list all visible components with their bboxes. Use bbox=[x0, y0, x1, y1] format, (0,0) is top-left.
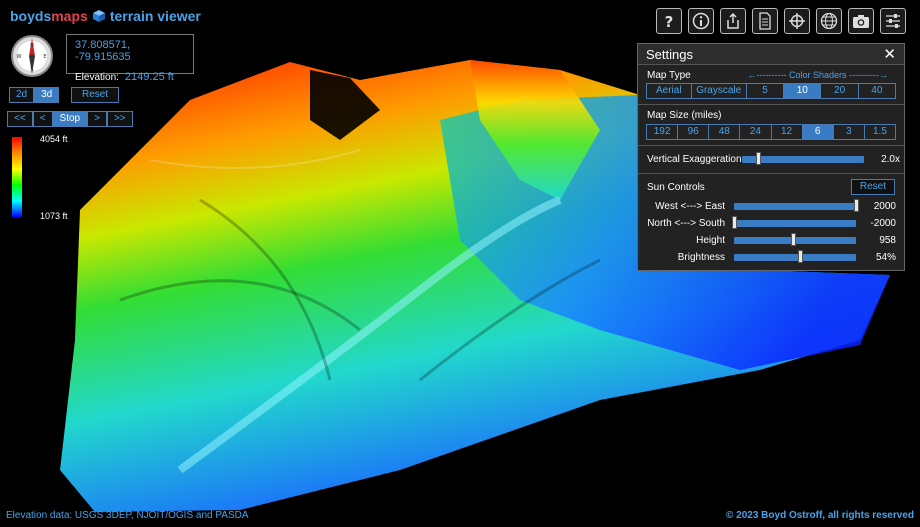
stop-button[interactable]: Stop bbox=[52, 111, 88, 127]
map-type-10[interactable]: 10 bbox=[784, 84, 822, 98]
sun-brightness-slider[interactable] bbox=[734, 250, 856, 263]
globe-icon[interactable] bbox=[816, 8, 842, 34]
color-shaders-label: ←---------- Color Shaders ----------→ bbox=[747, 70, 888, 80]
slider-thumb[interactable] bbox=[854, 199, 859, 212]
sun-east-west-row: West <---> East 2000 bbox=[638, 198, 904, 215]
elevation-readout: Elevation: 2149.25 ft bbox=[75, 71, 185, 83]
slider-thumb[interactable] bbox=[732, 216, 737, 229]
legend-min: 1073 ft bbox=[40, 211, 68, 221]
slider-thumb[interactable] bbox=[755, 152, 761, 165]
map-type-label: Map Type bbox=[647, 70, 691, 81]
svg-text:E: E bbox=[43, 54, 46, 60]
rewind-button[interactable]: < bbox=[32, 111, 53, 127]
brand-logo: boydsmaps terrain viewer bbox=[10, 8, 201, 24]
sun-north-south-label: North <---> South bbox=[647, 218, 725, 229]
vertical-exaggeration-label: Vertical Exaggeration bbox=[647, 154, 742, 165]
forward-fast-button[interactable]: >> bbox=[106, 111, 133, 127]
close-icon[interactable]: ✕ bbox=[883, 45, 896, 63]
legend-max: 4054 ft bbox=[40, 134, 68, 144]
camera-icon[interactable] bbox=[848, 8, 874, 34]
help-icon[interactable]: ? bbox=[656, 8, 682, 34]
share-icon[interactable] bbox=[720, 8, 746, 34]
elevation-legend-bar bbox=[12, 137, 22, 217]
sun-brightness-row: Brightness 54% bbox=[638, 249, 904, 266]
sun-height-row: Height 958 bbox=[638, 232, 904, 249]
settings-sliders-icon[interactable] bbox=[880, 8, 906, 34]
forward-button[interactable]: > bbox=[87, 111, 107, 127]
map-type-40[interactable]: 40 bbox=[859, 84, 895, 98]
elevation-value: 2149.25 ft bbox=[124, 71, 174, 83]
vertical-exaggeration-value: 2.0x bbox=[881, 154, 900, 165]
brand-part2: maps bbox=[51, 8, 88, 24]
map-type-20[interactable]: 20 bbox=[821, 84, 859, 98]
svg-text:?: ? bbox=[665, 13, 674, 30]
copyright: © 2023 Boyd Ostroff, all rights reserved bbox=[726, 510, 914, 521]
vertical-exaggeration-slider[interactable] bbox=[742, 152, 864, 165]
sun-brightness-value: 54% bbox=[875, 252, 896, 263]
sun-east-west-value: 2000 bbox=[873, 201, 896, 212]
crosshair-icon[interactable] bbox=[784, 8, 810, 34]
map-size-48[interactable]: 48 bbox=[709, 125, 741, 139]
cube-icon bbox=[92, 10, 105, 22]
brand-part3: terrain viewer bbox=[109, 8, 201, 24]
slider-thumb[interactable] bbox=[797, 250, 803, 263]
sun-height-label: Height bbox=[696, 235, 725, 246]
map-size-1-5[interactable]: 1.5 bbox=[865, 125, 895, 139]
toolbar: ? bbox=[656, 8, 906, 34]
vertical-exaggeration-row: Vertical Exaggeration 2.0x bbox=[638, 151, 904, 168]
rewind-fast-button[interactable]: << bbox=[7, 111, 33, 127]
brand-part1: boyds bbox=[10, 8, 52, 24]
map-size-label: Map Size (miles) bbox=[647, 110, 722, 121]
sun-height-slider[interactable] bbox=[734, 233, 856, 246]
sun-reset-button[interactable]: Reset bbox=[850, 179, 895, 195]
info-icon[interactable] bbox=[688, 8, 714, 34]
map-type-5[interactable]: 5 bbox=[747, 84, 785, 98]
svg-text:S: S bbox=[30, 67, 33, 73]
map-size-12[interactable]: 12 bbox=[772, 125, 803, 139]
compass-icon[interactable]: N S E W bbox=[10, 34, 54, 78]
view-mode-group: 2d 3d bbox=[9, 87, 60, 103]
sun-east-west-label: West <---> East bbox=[655, 201, 725, 212]
map-size-3[interactable]: 3 bbox=[834, 125, 865, 139]
sun-brightness-label: Brightness bbox=[677, 252, 725, 263]
map-type-grayscale[interactable]: Grayscale bbox=[692, 84, 747, 98]
coordinate-readout: 37.808571, -79.915635 Elevation: 2149.25 … bbox=[66, 34, 194, 83]
sun-north-south-value: -2000 bbox=[870, 218, 896, 229]
settings-header: Settings ✕ bbox=[638, 44, 904, 65]
map-size-192[interactable]: 192 bbox=[647, 125, 679, 139]
svg-text:N: N bbox=[30, 43, 34, 49]
sun-east-west-slider[interactable] bbox=[734, 199, 859, 212]
sun-height-value: 958 bbox=[879, 235, 896, 246]
map-type-selector: Aerial Grayscale 5 10 20 40 bbox=[646, 83, 896, 99]
view-reset-button[interactable]: Reset bbox=[71, 87, 120, 103]
sun-north-south-slider[interactable] bbox=[732, 216, 856, 229]
coordinates-text: 37.808571, -79.915635 bbox=[75, 39, 131, 63]
settings-title: Settings bbox=[646, 46, 693, 62]
slider-thumb[interactable] bbox=[790, 233, 796, 246]
map-type-aerial[interactable]: Aerial bbox=[647, 84, 692, 98]
elevation-data-credit: Elevation data: USGS 3DEP, NJOIT/OGIS an… bbox=[6, 510, 249, 521]
map-size-24[interactable]: 24 bbox=[740, 125, 772, 139]
elevation-label: Elevation: bbox=[75, 72, 119, 83]
svg-text:W: W bbox=[17, 54, 22, 60]
sun-north-south-row: North <---> South -2000 bbox=[638, 215, 904, 232]
map-size-selector: 192 96 48 24 12 6 3 1.5 bbox=[646, 124, 896, 140]
sun-controls-label: Sun Controls bbox=[647, 181, 705, 193]
animation-controls: << < Stop > >> bbox=[7, 111, 133, 127]
document-icon[interactable] bbox=[752, 8, 778, 34]
map-size-96[interactable]: 96 bbox=[678, 125, 710, 139]
settings-panel: Settings ✕ Map Type ←---------- Color Sh… bbox=[637, 43, 905, 271]
view-2d-button[interactable]: 2d bbox=[9, 87, 35, 103]
view-3d-button[interactable]: 3d bbox=[34, 87, 60, 103]
map-size-6[interactable]: 6 bbox=[802, 125, 834, 139]
